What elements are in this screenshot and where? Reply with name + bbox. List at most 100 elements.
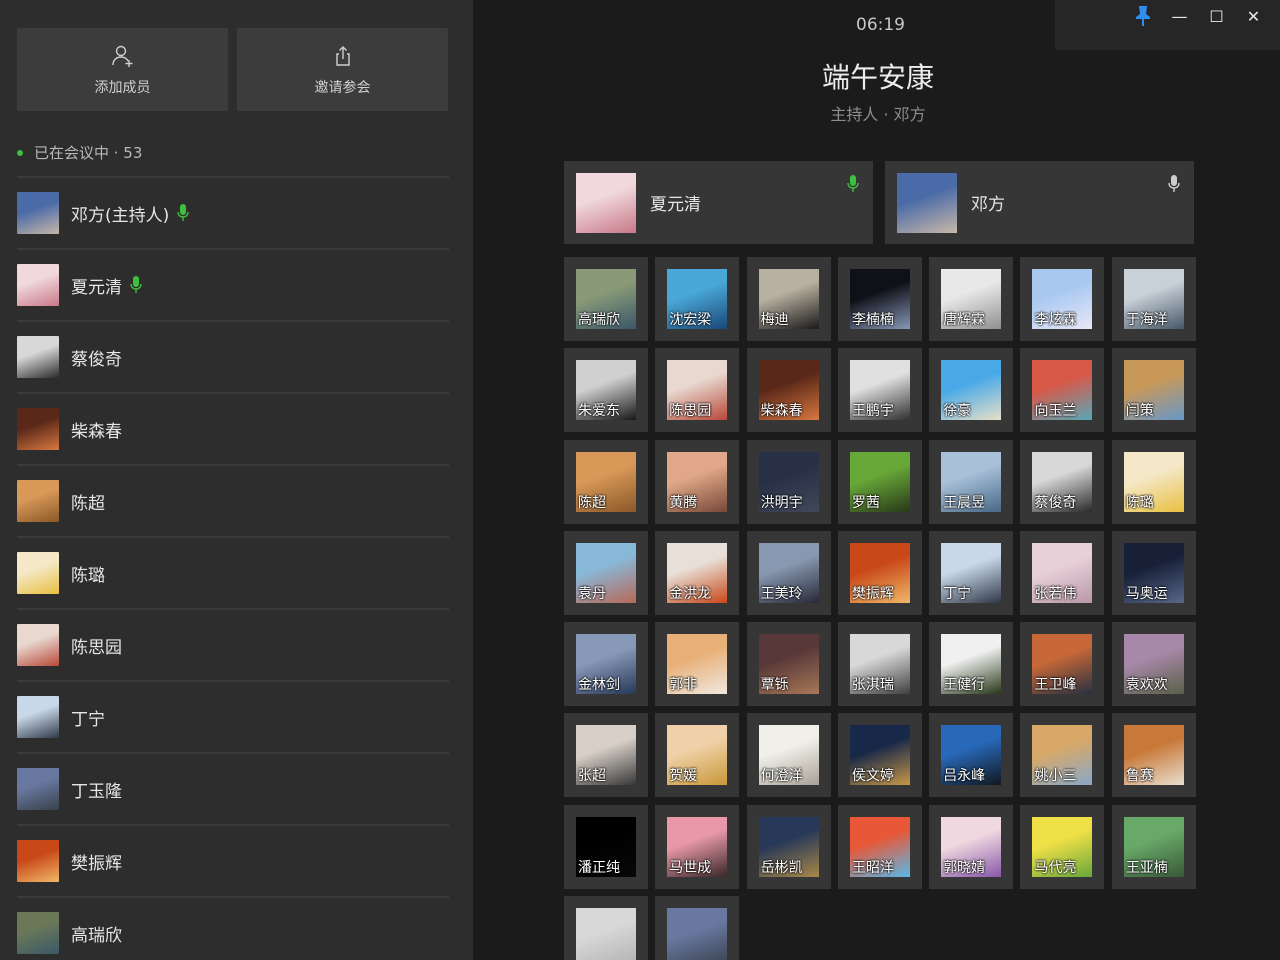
participant-tile[interactable]: 王鹏宇 xyxy=(837,348,922,433)
participant-tile[interactable]: 向玉兰 xyxy=(1020,348,1105,433)
participant-name: 陈超 xyxy=(578,494,606,511)
participant-name: 侯文婷 xyxy=(851,768,894,785)
participant-name: 蔡俊奇 xyxy=(1034,494,1077,511)
participant-tile[interactable]: 郭晓婧 xyxy=(929,804,1014,889)
avatar xyxy=(576,172,636,233)
member-row[interactable]: 丁玉隆 xyxy=(17,752,449,824)
member-row[interactable]: 夏元清 xyxy=(17,248,449,320)
participant-tile[interactable]: 贺媛 xyxy=(655,713,740,798)
participant-tile[interactable]: 沈宏梁 xyxy=(655,257,740,341)
member-row[interactable]: 高瑞欣 xyxy=(17,896,449,960)
participant-tile[interactable]: 徐豪 xyxy=(929,348,1014,433)
participant-tile[interactable]: 李炫霖 xyxy=(1020,257,1105,341)
member-row[interactable]: 陈思园 xyxy=(17,608,449,680)
speaker-card[interactable]: 邓方 xyxy=(885,161,1194,244)
participant-tile[interactable]: 樊振辉 xyxy=(837,530,922,615)
participant-tile[interactable]: 岳彬凯 xyxy=(746,804,831,889)
participant-tile[interactable]: 鲁赛 xyxy=(1111,713,1196,798)
member-row[interactable]: 蔡俊奇 xyxy=(17,320,449,392)
participant-tile[interactable]: 马奥运 xyxy=(1111,530,1196,615)
participant-tile[interactable]: 于海洋 xyxy=(1111,257,1196,341)
member-name: 陈超 xyxy=(71,493,105,514)
participant-tile[interactable]: 陈思园 xyxy=(655,348,740,433)
participant-tile[interactable]: 王卫峰 xyxy=(1020,622,1105,707)
participant-tile[interactable]: 王亚楠 xyxy=(1111,804,1196,889)
participant-name: 郭晓婧 xyxy=(943,859,986,876)
participant-tile[interactable]: 陈璐 xyxy=(1111,439,1196,524)
avatar xyxy=(17,408,59,450)
participant-tile[interactable]: 王美玲 xyxy=(746,530,831,615)
avatar xyxy=(17,192,59,234)
participant-tile[interactable]: 马世成 xyxy=(655,804,740,889)
avatar xyxy=(667,908,728,960)
participant-tile[interactable]: 张若伟 xyxy=(1020,530,1105,615)
speaker-name: 邓方 xyxy=(971,195,1005,215)
participant-name: 吕永峰 xyxy=(943,768,986,785)
participant-tile[interactable] xyxy=(655,896,740,960)
participant-tile[interactable]: 高瑞欣 xyxy=(564,257,648,341)
participant-tile[interactable]: 何澄洋 xyxy=(746,713,831,798)
participant-tile[interactable]: 朱爱东 xyxy=(564,348,648,433)
member-name: 丁玉隆 xyxy=(71,781,122,802)
participant-name: 鲁赛 xyxy=(1125,768,1154,785)
avatar xyxy=(17,552,59,594)
member-row[interactable]: 樊振辉 xyxy=(17,824,449,896)
member-row[interactable]: 陈超 xyxy=(17,464,449,536)
participant-tile[interactable]: 马代亮 xyxy=(1020,804,1105,889)
member-row[interactable]: 陈璐 xyxy=(17,536,449,608)
participant-tile[interactable]: 吕永峰 xyxy=(929,713,1014,798)
participant-grid: 高瑞欣 沈宏梁 梅迪 李楠楠 唐辉霖 李炫霖 于海洋 朱爱东 陈思园 柴森春 王鹏宇 徐豪 向玉兰 闫策陈… xyxy=(564,257,1196,960)
participant-tile[interactable]: 侯文婷 xyxy=(837,713,922,798)
participant-tile[interactable] xyxy=(564,896,648,960)
participant-name: 徐豪 xyxy=(943,403,972,420)
participant-name: 陈思园 xyxy=(669,403,712,420)
participant-tile[interactable]: 柴森春 xyxy=(746,348,831,433)
member-row[interactable]: 丁宁 xyxy=(17,680,449,752)
participant-tile[interactable]: 张淇瑞 xyxy=(837,622,922,707)
participant-tile[interactable]: 姚小三 xyxy=(1020,713,1105,798)
participant-tile[interactable]: 闫策 xyxy=(1111,348,1196,433)
avatar xyxy=(576,908,636,960)
participant-tile[interactable]: 王昭洋 xyxy=(837,804,922,889)
participant-tile[interactable]: 黄腾 xyxy=(655,439,740,524)
participant-name: 黄腾 xyxy=(669,494,698,511)
invite-button[interactable]: 邀请参会 xyxy=(237,28,448,111)
member-list: 邓方(主持人) 夏元清蔡俊奇柴森春陈超陈璐陈思园丁宁丁玉隆樊振辉 高瑞欣 xyxy=(17,176,449,960)
participant-tile[interactable]: 金洪龙 xyxy=(655,530,740,615)
participant-tile[interactable]: 蔡俊奇 xyxy=(1020,439,1105,524)
participant-tile[interactable]: 梅迪 xyxy=(746,257,831,341)
participant-tile[interactable]: 陈超 xyxy=(564,439,648,524)
avatar xyxy=(17,696,59,738)
participant-tile[interactable]: 罗茜 xyxy=(837,439,922,524)
participant-tile[interactable]: 唐辉霖 xyxy=(929,257,1014,341)
participant-name: 马代亮 xyxy=(1034,859,1077,876)
participant-name: 姚小三 xyxy=(1034,768,1077,785)
participant-tile[interactable]: 潘正纯 xyxy=(564,804,648,889)
participant-tile[interactable]: 洪明宇 xyxy=(746,439,831,524)
speaker-card[interactable]: 夏元清 xyxy=(564,161,873,244)
participant-tile[interactable]: 王健行 xyxy=(929,622,1014,707)
participant-name: 王晨昱 xyxy=(943,494,986,511)
online-dot-icon xyxy=(17,149,23,156)
participant-tile[interactable]: 丁宁 xyxy=(929,530,1014,615)
member-name: 陈思园 xyxy=(71,637,122,658)
participant-name: 王鹏宇 xyxy=(851,403,894,420)
participant-tile[interactable]: 覃铄 xyxy=(746,622,831,707)
participant-name: 梅迪 xyxy=(760,312,789,328)
participant-tile[interactable]: 张超 xyxy=(564,713,648,798)
add-member-button[interactable]: 添加成员 xyxy=(17,28,228,111)
participant-tile[interactable]: 李楠楠 xyxy=(837,257,922,341)
participant-tile[interactable]: 王晨昱 xyxy=(929,439,1014,524)
member-row[interactable]: 柴森春 xyxy=(17,392,449,464)
participant-name: 洪明宇 xyxy=(760,494,803,511)
participant-tile[interactable]: 袁欢欢 xyxy=(1111,622,1196,707)
member-row[interactable]: 邓方(主持人) xyxy=(17,176,449,248)
member-name: 陈璐 xyxy=(71,565,105,586)
participant-name: 张超 xyxy=(578,768,606,785)
participant-name: 李楠楠 xyxy=(851,312,894,328)
participant-name: 郭非 xyxy=(669,677,698,694)
participant-tile[interactable]: 郭非 xyxy=(655,622,740,707)
participant-tile[interactable]: 金林剑 xyxy=(564,622,648,707)
member-name: 蔡俊奇 xyxy=(71,349,122,370)
participant-tile[interactable]: 袁丹 xyxy=(564,530,648,615)
